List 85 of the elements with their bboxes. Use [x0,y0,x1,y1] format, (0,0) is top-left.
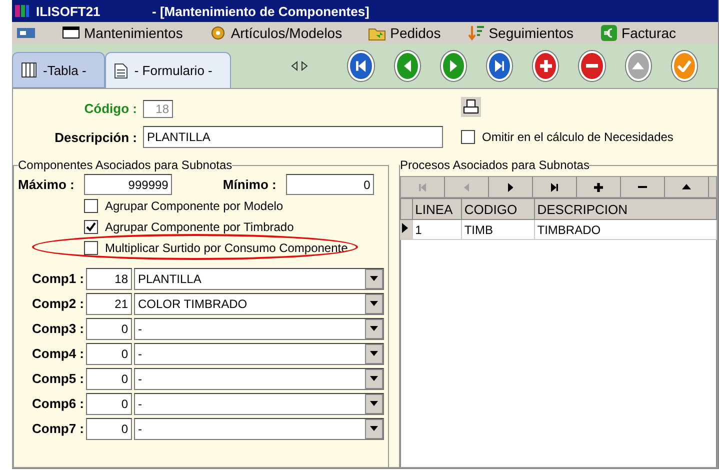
currency-icon [600,24,618,42]
tab-scroll-right-icon[interactable] [301,61,308,71]
field-label: Comp7 : [31,421,84,436]
plus-icon [594,182,603,192]
group-title: Componentes Asociados para Subnotas [18,158,232,172]
field-label: Comp1 : [31,271,84,286]
app-name: ILISOFT21 [36,4,102,18]
number-field[interactable]: 0 [86,342,132,364]
group-title: Procesos Asociados para Subnotas [400,158,590,172]
skip-end-icon [550,182,558,192]
column-header[interactable]: CODIGO [462,198,535,220]
number-field[interactable]: 0 [86,418,132,440]
print-icon[interactable] [461,97,481,117]
caret-down-icon [370,401,378,406]
number-field[interactable]: 21 [86,292,132,314]
minimum-field[interactable]: 0 [286,174,374,195]
triangle-up-icon [682,184,691,190]
triangle-up-icon [632,62,644,70]
menu-item[interactable]: Mantenimientos [84,25,183,41]
column-header[interactable]: LINEA [412,198,462,220]
minus-icon [586,64,598,68]
checkbox[interactable] [461,130,475,144]
confirm-button[interactable] [672,51,697,81]
window-icon [16,26,36,40]
description-field[interactable]: PLANTILLA [143,126,443,148]
triangle-right-icon [401,222,409,234]
dropdown[interactable]: - [134,342,384,364]
field-label: Comp5 : [31,371,84,386]
tab[interactable]: -Tabla - [12,52,106,88]
tab-scroll-left-icon[interactable] [291,61,298,71]
caret-down-icon [370,351,378,356]
checkbox[interactable] [84,240,98,254]
menu-item[interactable]: Pedidos [390,25,441,41]
minus-icon [638,186,647,188]
checkbox-label: Agrupar Componente por Timbrado [105,220,294,234]
field-label: Máximo : [18,177,76,192]
document-icon [114,62,128,78]
maximum-field[interactable]: 999999 [84,174,172,195]
triangle-left-icon [464,182,470,192]
number-field[interactable]: 0 [86,392,132,414]
menu-item[interactable]: Facturac [622,25,676,41]
checkbox[interactable] [84,220,98,234]
sort-icon [466,24,485,42]
dropdown[interactable]: - [134,318,384,340]
field-label: Código : [83,101,138,116]
field-label: Comp6 : [31,396,84,411]
checkbox-label: Omitir en el cálculo de Necesidades [482,130,674,144]
gear-icon [208,24,227,42]
field-label: Comp2 : [31,296,84,311]
field-label: Mínimo : [222,177,278,192]
window-title: - [Mantenimiento de Componentes] [152,4,370,18]
plus-icon [540,60,552,72]
menu-item[interactable]: Artículos/Modelos [230,25,342,41]
dropdown[interactable]: - [134,392,384,414]
dropdown[interactable]: - [134,368,384,390]
menu-item[interactable]: Seguimientos [488,25,574,41]
caret-down-icon [370,276,378,281]
field-label: Descripción : [54,130,138,144]
checkbox-label: Multiplicar Surtido por Consumo Componente [105,240,348,254]
code-field[interactable]: 18 [143,100,173,118]
field-label: Comp4 : [31,346,84,361]
triangle-right-icon [508,182,514,192]
skip-end-icon [494,60,504,72]
caret-down-icon [370,426,378,431]
dropdown[interactable]: PLANTILLA [134,268,384,290]
triangle-left-icon [404,60,411,72]
skip-start-icon [418,182,426,192]
checkbox-label: Agrupar Componente por Modelo [105,198,284,212]
caret-down-icon [370,301,378,306]
triangle-right-icon [450,60,457,72]
checkbox[interactable] [84,198,98,212]
tab[interactable]: - Formulario - [105,52,232,89]
caret-down-icon [370,326,378,331]
field-label: Comp3 : [31,321,84,336]
dropdown[interactable]: COLOR TIMBRADO [134,292,384,314]
skip-start-icon [356,60,366,72]
dropdown[interactable]: - [134,418,384,440]
number-field[interactable]: 0 [86,318,132,340]
caret-down-icon [370,376,378,381]
checkmark-icon [677,60,692,72]
table-icon [21,62,37,78]
number-field[interactable]: 0 [86,368,132,390]
number-field[interactable]: 18 [86,268,132,290]
column-header[interactable]: DESCRIPCION [534,198,716,220]
app-icon [14,3,30,19]
